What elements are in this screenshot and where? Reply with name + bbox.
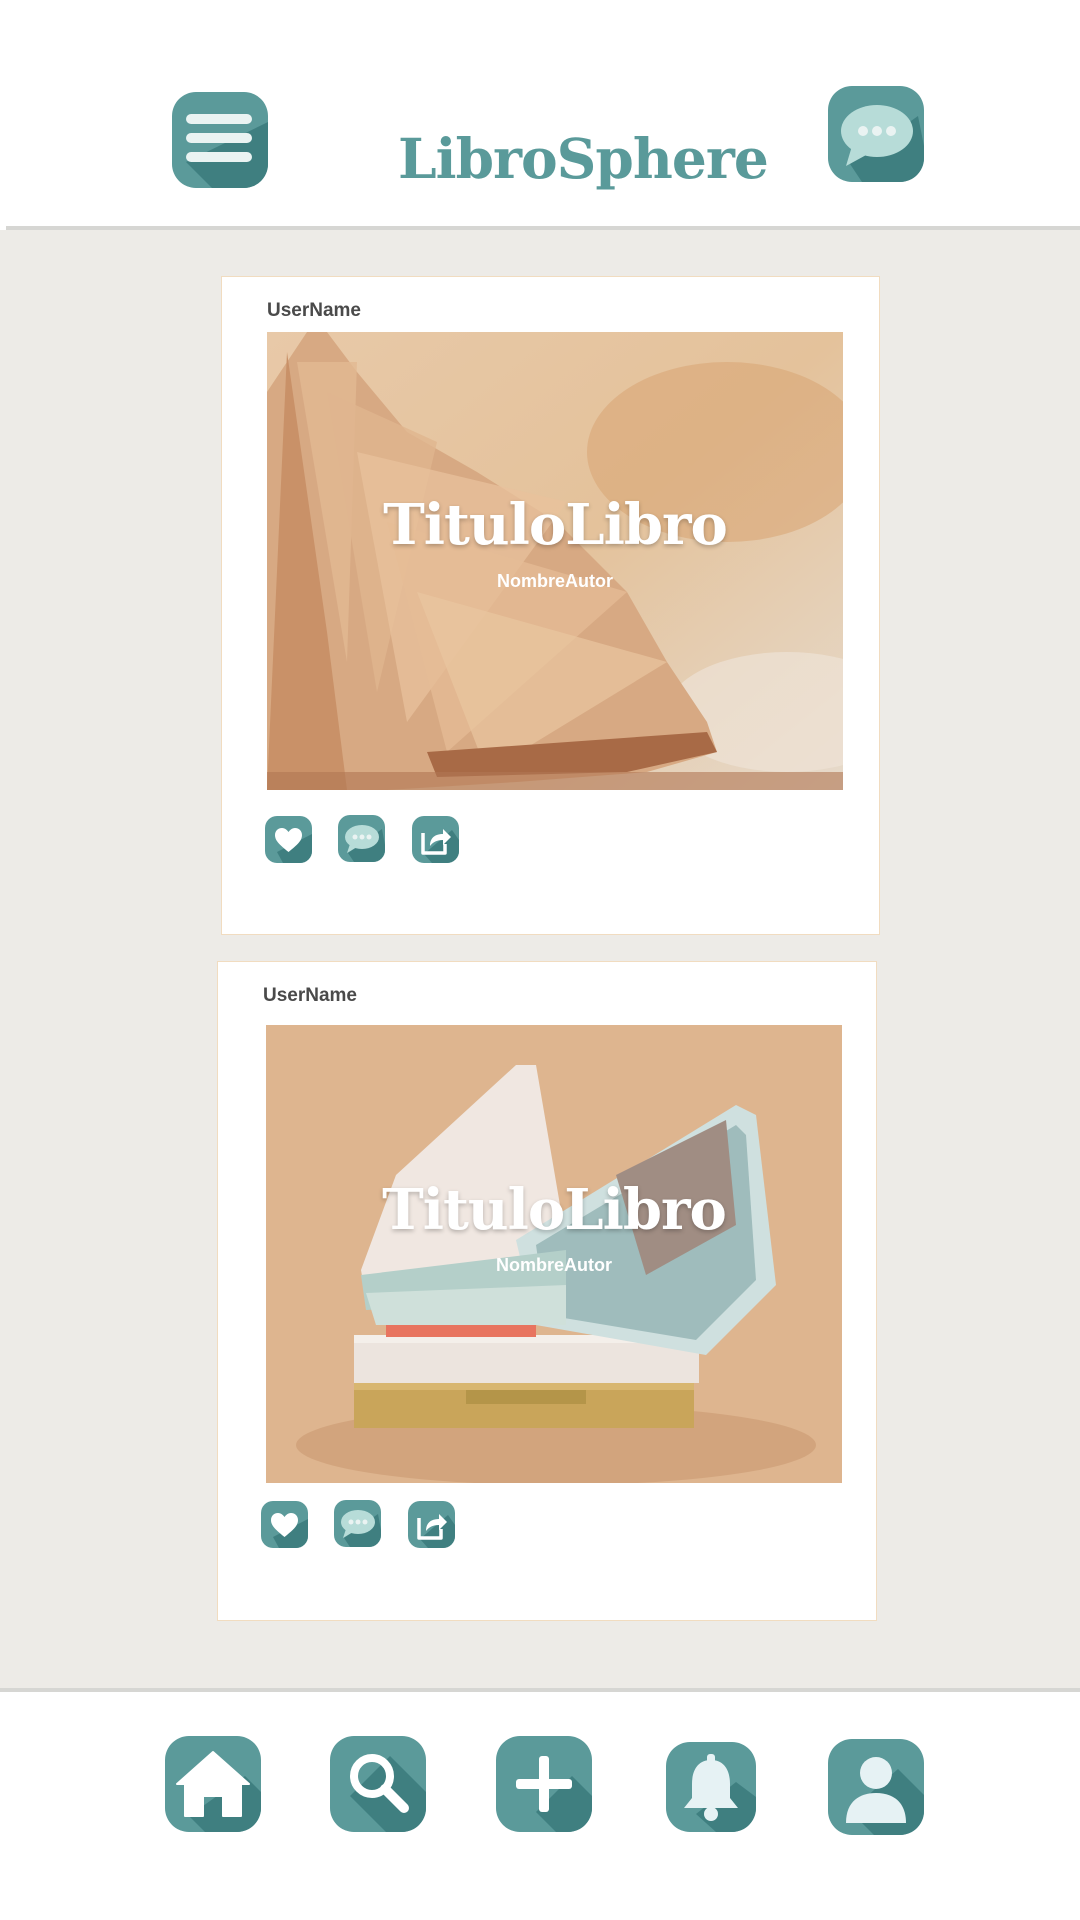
bell-icon — [684, 1754, 756, 1832]
profile-icon — [846, 1757, 924, 1835]
nav-profile-button[interactable] — [828, 1739, 924, 1835]
share-icon — [417, 1514, 455, 1548]
menu-button[interactable] — [172, 92, 268, 188]
search-icon — [350, 1754, 426, 1832]
post-username[interactable]: UserName — [267, 300, 361, 322]
top-bar: LibroSphere — [0, 0, 1080, 227]
post-card: UserName TituloLibro NombreAutor — [217, 961, 877, 1621]
home-icon — [176, 1751, 261, 1832]
comment-button[interactable] — [338, 815, 385, 862]
book-title: TituloLibro — [383, 492, 728, 558]
like-button[interactable] — [261, 1501, 308, 1548]
book-title: TituloLibro — [382, 1177, 727, 1243]
book-stack-image — [266, 1025, 842, 1483]
app-title: LibroSphere — [398, 126, 769, 191]
comment-button[interactable] — [334, 1500, 381, 1547]
chat-bubble-icon — [841, 105, 924, 182]
nav-notifications-button[interactable] — [666, 1742, 756, 1832]
like-button[interactable] — [265, 816, 312, 863]
book-author: NombreAutor — [497, 571, 613, 591]
heart-icon — [275, 828, 312, 863]
post-card: UserName TituloLibro NombreAutor — [221, 276, 880, 935]
comment-icon — [341, 1510, 381, 1547]
bottom-nav — [0, 1692, 1080, 1920]
menu-icon — [186, 114, 268, 188]
messages-button[interactable] — [828, 86, 924, 182]
share-icon — [421, 829, 459, 863]
comment-icon — [345, 825, 385, 862]
heart-icon — [271, 1513, 308, 1548]
add-icon — [516, 1756, 592, 1832]
post-cover-image[interactable]: TituloLibro NombreAutor — [266, 1025, 842, 1483]
nav-home-button[interactable] — [165, 1736, 261, 1832]
share-button[interactable] — [412, 816, 459, 863]
post-cover-image[interactable]: TituloLibro NombreAutor — [267, 332, 843, 790]
share-button[interactable] — [408, 1501, 455, 1548]
book-author: NombreAutor — [496, 1255, 612, 1275]
open-book-image — [267, 332, 843, 790]
nav-search-button[interactable] — [330, 1736, 426, 1832]
nav-add-button[interactable] — [496, 1736, 592, 1832]
post-username[interactable]: UserName — [263, 985, 357, 1007]
